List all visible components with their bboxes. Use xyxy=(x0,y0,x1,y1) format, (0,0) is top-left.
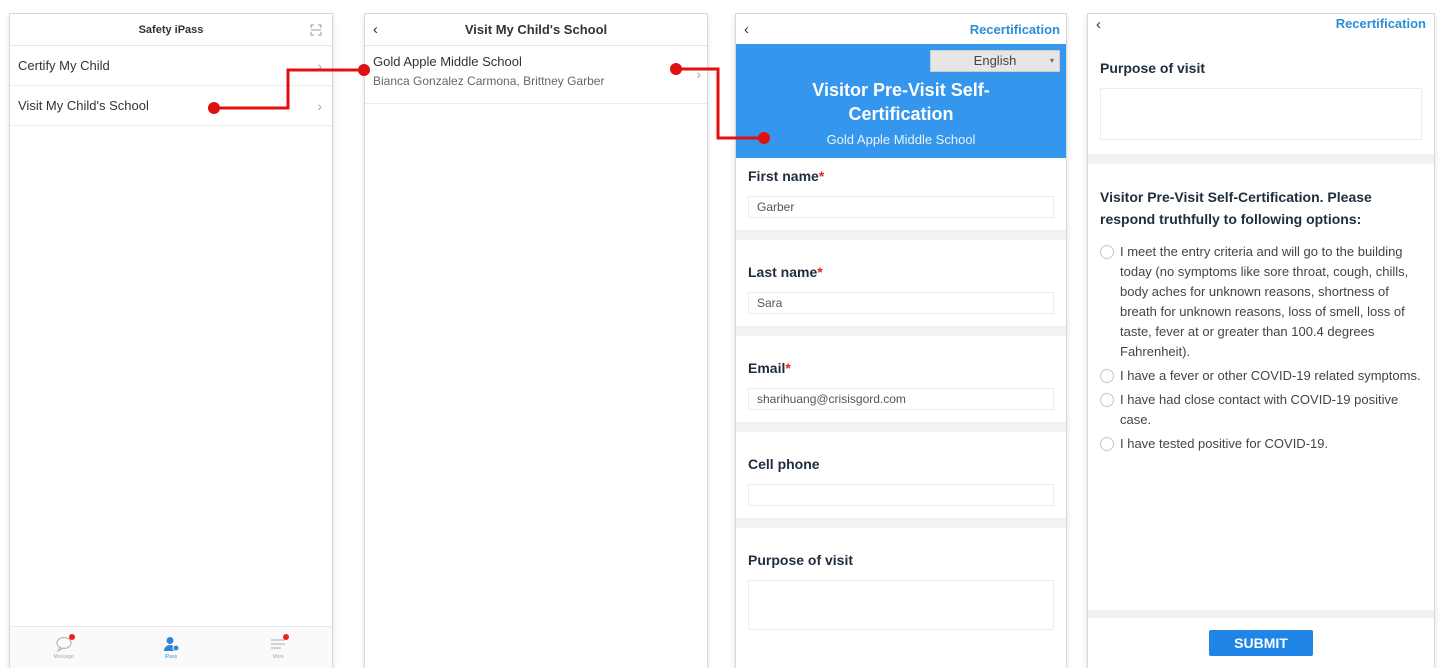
back-icon[interactable]: ‹ xyxy=(744,21,749,38)
chevron-right-icon: › xyxy=(317,57,322,74)
options-list: I meet the entry criteria and will go to… xyxy=(1088,242,1434,454)
option-item[interactable]: I have had close contact with COVID-19 p… xyxy=(1088,390,1434,430)
header: ‹ Recertification xyxy=(1088,14,1434,38)
scan-icon[interactable] xyxy=(310,24,322,36)
field-label: Email* xyxy=(748,360,791,376)
email-input[interactable]: sharihuang@crisisgord.com xyxy=(748,388,1054,410)
recertification-link[interactable]: Recertification xyxy=(970,22,1060,37)
tab-ipass[interactable]: iPass xyxy=(141,636,201,660)
purpose-textarea[interactable] xyxy=(748,580,1054,630)
field-label: Cell phone xyxy=(748,456,820,472)
submit-bar: SUBMIT xyxy=(1088,610,1434,668)
required-mark: * xyxy=(785,360,791,376)
tab-more[interactable]: More xyxy=(248,633,308,660)
submit-button[interactable]: SUBMIT xyxy=(1209,630,1313,656)
field-label: Last name* xyxy=(748,264,823,280)
notification-dot xyxy=(283,633,290,640)
header: Safety iPass xyxy=(10,14,332,46)
cell-phone-field: Cell phone xyxy=(736,432,1066,506)
first-name-input[interactable]: Garber xyxy=(748,196,1054,218)
option-item[interactable]: I have a fever or other COVID-19 related… xyxy=(1088,366,1434,386)
tab-label: More xyxy=(272,653,285,660)
radio-button[interactable] xyxy=(1100,393,1114,407)
safety-ipass-screen: Safety iPass Certify My Child › Visit My… xyxy=(10,14,332,668)
option-label: I have a fever or other COVID-19 related… xyxy=(1120,368,1421,383)
banner-title: Visitor Pre-Visit Self-Certification xyxy=(812,80,990,124)
self-certification-screen: ‹ Recertification Purpose of visit Visit… xyxy=(1088,14,1434,668)
field-label: Purpose of visit xyxy=(748,552,854,568)
page-title: Safety iPass xyxy=(138,23,204,36)
stage: Safety iPass Certify My Child › Visit My… xyxy=(0,0,1445,668)
tab-label: iPass xyxy=(164,653,178,660)
email-field: Email* sharihuang@crisisgord.com xyxy=(736,336,1066,410)
back-icon[interactable]: ‹ xyxy=(373,21,378,38)
message-icon xyxy=(55,633,75,653)
tab-label: Message xyxy=(53,653,74,660)
divider xyxy=(1088,154,1434,164)
required-mark: * xyxy=(818,168,825,184)
header: ‹ Visit My Child's School xyxy=(365,14,707,46)
option-item[interactable]: I meet the entry criteria and will go to… xyxy=(1088,242,1434,362)
page-title: Visit My Child's School xyxy=(464,22,608,37)
divider xyxy=(736,422,1066,432)
recertification-link[interactable]: Recertification xyxy=(1336,16,1426,31)
radio-button[interactable] xyxy=(1100,437,1114,451)
purpose-field: Purpose of visit xyxy=(736,528,1066,630)
last-name-input[interactable]: Sara xyxy=(748,292,1054,314)
visitor-form-screen: ‹ Recertification English ▾ Visitor Pre-… xyxy=(736,14,1066,668)
purpose-field: Purpose of visit xyxy=(1088,38,1434,140)
children-names: Bianca Gonzalez Carmona, Brittney Garber xyxy=(373,74,605,88)
divider xyxy=(736,518,1066,528)
menu-item-certify[interactable]: Certify My Child › xyxy=(10,46,332,86)
option-item[interactable]: I have tested positive for COVID-19. xyxy=(1088,434,1434,454)
chevron-right-icon: › xyxy=(696,66,701,82)
menu-item-visit[interactable]: Visit My Child's School › xyxy=(10,86,332,126)
cell-phone-input[interactable] xyxy=(748,484,1054,506)
field-label: Purpose of visit xyxy=(1100,60,1206,76)
radio-button[interactable] xyxy=(1100,245,1114,259)
last-name-field: Last name* Sara xyxy=(736,240,1066,314)
option-label: I meet the entry criteria and will go to… xyxy=(1120,244,1409,359)
notification-dot xyxy=(68,633,75,640)
language-value: English xyxy=(973,53,1017,68)
banner-school: Gold Apple Middle School xyxy=(826,132,976,147)
divider xyxy=(736,326,1066,336)
divider xyxy=(736,230,1066,240)
form-banner: English ▾ Visitor Pre-Visit Self-Certifi… xyxy=(736,44,1066,158)
option-label: I have tested positive for COVID-19. xyxy=(1120,436,1329,451)
more-icon xyxy=(269,633,290,652)
chevron-down-icon: ▾ xyxy=(1049,56,1054,65)
question-title: Visitor Pre-Visit Self-Certification. Pl… xyxy=(1100,189,1372,227)
field-label: First name* xyxy=(748,168,825,184)
tab-bar: Message iPass More xyxy=(10,626,332,668)
chevron-right-icon: › xyxy=(317,97,322,114)
school-name: Gold Apple Middle School xyxy=(373,54,522,69)
back-icon[interactable]: ‹ xyxy=(1096,16,1101,33)
radio-button[interactable] xyxy=(1100,369,1114,383)
menu-item-label: Certify My Child xyxy=(18,58,110,73)
ipass-icon xyxy=(162,636,180,652)
first-name-field: First name* Garber xyxy=(736,158,1066,218)
tab-message[interactable]: Message xyxy=(34,633,94,660)
school-list-item[interactable]: Gold Apple Middle School Bianca Gonzalez… xyxy=(365,46,707,104)
menu-item-label: Visit My Child's School xyxy=(18,98,149,113)
required-mark: * xyxy=(817,264,823,280)
purpose-textarea[interactable] xyxy=(1100,88,1422,140)
header: ‹ Recertification xyxy=(736,14,1066,44)
language-select[interactable]: English ▾ xyxy=(930,50,1060,72)
visit-school-screen: ‹ Visit My Child's School Gold Apple Mid… xyxy=(365,14,707,668)
option-label: I have had close contact with COVID-19 p… xyxy=(1120,392,1399,427)
